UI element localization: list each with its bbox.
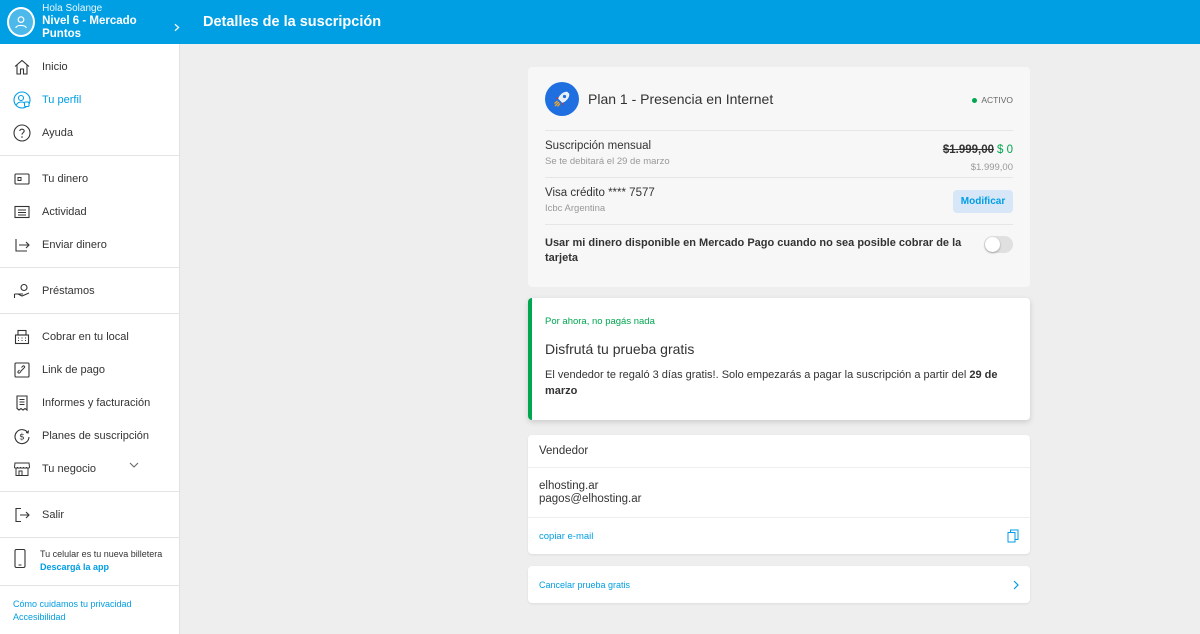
subscription-row: Suscripción mensual Se te debitará el 29… <box>545 131 1013 178</box>
send-money-icon <box>12 235 32 255</box>
sidebar: Inicio Tu perfil Ayuda Tu dinero Activid… <box>0 44 180 634</box>
sidebar-item-tu-negocio[interactable]: Tu negocio <box>0 452 179 485</box>
wallet-icon <box>12 169 32 189</box>
sidebar-item-prestamos[interactable]: Préstamos <box>0 274 179 307</box>
sidebar-item-tu-dinero[interactable]: Tu dinero <box>0 162 179 195</box>
privacy-link[interactable]: Cómo cuidamos tu privacidad <box>13 598 166 611</box>
balance-toggle-row: Usar mi dinero disponible en Mercado Pag… <box>545 225 1013 285</box>
top-bar: Hola Solange Nivel 6 - Mercado Puntos De… <box>0 0 1200 44</box>
user-menu[interactable]: Hola Solange Nivel 6 - Mercado Puntos <box>0 0 180 44</box>
balance-toggle[interactable] <box>984 236 1013 253</box>
invoice-icon <box>12 393 32 413</box>
seller-email: pagos@elhosting.ar <box>539 493 642 505</box>
sidebar-item-informes-y-facturacion[interactable]: Informes y facturación <box>0 386 179 419</box>
cash-register-icon <box>12 327 32 347</box>
seller-card: Vendedor elhosting.ar pagos@elhosting.ar… <box>528 435 1030 554</box>
sidebar-footer: Cómo cuidamos tu privacidad Accesibilida… <box>0 586 179 634</box>
seller-info: elhosting.ar pagos@elhosting.ar <box>528 468 1030 518</box>
nav-group: Inicio Tu perfil Ayuda <box>0 44 179 156</box>
sidebar-item-tu-perfil[interactable]: Tu perfil <box>0 83 179 116</box>
sidebar-item-label: Tu dinero <box>42 172 89 185</box>
nav-group: Salir <box>0 492 179 538</box>
sidebar-item-label: Actividad <box>42 205 87 218</box>
cancel-trial-link[interactable]: Cancelar prueba gratis <box>539 580 630 590</box>
plan-header: Plan 1 - Presencia en Internet ACTIVO <box>545 67 1013 131</box>
plan-name: Plan 1 - Presencia en Internet <box>588 90 774 107</box>
trial-title: Disfrutá tu prueba gratis <box>545 341 695 357</box>
cancel-trial-row[interactable]: Cancelar prueba gratis <box>528 566 1030 603</box>
activity-icon <box>12 202 32 222</box>
modify-button[interactable]: Modificar <box>953 190 1013 213</box>
user-level: Nivel 6 - Mercado Puntos <box>42 14 137 40</box>
seller-footer: copiar e-mail <box>528 518 1030 554</box>
trial-desc-text: El vendedor te regaló 3 días gratis!. So… <box>545 369 970 381</box>
payment-link-icon <box>12 360 32 380</box>
promo-text: Tu celular es tu nueva billetera <box>40 549 163 559</box>
chevron-right-icon <box>1013 580 1019 589</box>
sidebar-item-label: Ayuda <box>42 126 73 139</box>
sidebar-item-label: Informes y facturación <box>42 396 151 409</box>
sidebar-item-enviar-dinero[interactable]: Enviar dinero <box>0 228 179 261</box>
home-icon <box>12 57 32 77</box>
sidebar-item-actividad[interactable]: Actividad <box>0 195 179 228</box>
sidebar-item-label: Salir <box>42 508 65 521</box>
svg-text:$: $ <box>19 432 25 442</box>
nav-group: Cobrar en tu local Link de pago Informes… <box>0 314 179 492</box>
help-icon <box>12 123 32 143</box>
sidebar-item-planes-de-suscripcion[interactable]: $ Planes de suscripción <box>0 419 179 452</box>
sidebar-item-salir[interactable]: Salir <box>0 498 179 531</box>
accessibility-link[interactable]: Accesibilidad <box>13 611 166 624</box>
trial-tag: Por ahora, no pagás nada <box>545 316 655 327</box>
price-full: $1.999,00 <box>970 162 1013 173</box>
store-icon <box>12 459 32 479</box>
user-icon <box>15 16 27 29</box>
card-label: Visa crédito **** 7577 <box>545 187 655 199</box>
plan-card: Plan 1 - Presencia en Internet ACTIVO Su… <box>528 67 1030 287</box>
toggle-label: Usar mi dinero disponible en Mercado Pag… <box>545 237 962 264</box>
sidebar-item-label: Planes de suscripción <box>42 429 150 442</box>
sidebar-item-label: Tu negocio <box>42 462 97 475</box>
logout-icon <box>12 505 32 525</box>
sidebar-item-label: Enviar dinero <box>42 238 107 251</box>
sidebar-item-cobrar-en-tu-local[interactable]: Cobrar en tu local <box>0 320 179 353</box>
copy-icon[interactable] <box>1007 529 1019 543</box>
rocket-icon <box>545 81 579 116</box>
app-promo: Tu celular es tu nueva billetera Descarg… <box>0 538 179 586</box>
main-content: Plan 1 - Presencia en Internet ACTIVO Su… <box>528 67 1030 603</box>
status-dot <box>972 97 978 103</box>
subscription-plans-icon: $ <box>12 426 32 446</box>
loan-icon <box>12 281 32 301</box>
price-new: $ 0 <box>997 144 1013 156</box>
sidebar-item-label: Tu perfil <box>42 93 82 106</box>
profile-icon <box>12 90 32 110</box>
sidebar-item-inicio[interactable]: Inicio <box>0 50 179 83</box>
sidebar-item-ayuda[interactable]: Ayuda <box>0 116 179 149</box>
price-old: $1.999,00 <box>942 144 994 156</box>
sidebar-item-label: Cobrar en tu local <box>42 330 129 343</box>
sidebar-item-label: Inicio <box>42 60 68 73</box>
avatar <box>7 7 36 37</box>
copy-email-link[interactable]: copiar e-mail <box>539 531 593 542</box>
price: $1.999,00 $ 0 $1.999,00 <box>943 140 1013 173</box>
chevron-right-icon <box>174 24 180 32</box>
trial-description: El vendedor te regaló 3 días gratis!. So… <box>545 367 1016 399</box>
nav-group: Préstamos <box>0 268 179 314</box>
seller-name: elhosting.ar <box>539 480 599 492</box>
status-label: ACTIVO <box>981 95 1013 105</box>
phone-icon <box>12 548 32 575</box>
trial-card: Por ahora, no pagás nada Disfrutá tu pru… <box>528 298 1030 420</box>
page-title: Detalles de la suscripción <box>203 14 382 30</box>
nav-group: Tu dinero Actividad Enviar dinero <box>0 156 179 268</box>
sidebar-item-label: Link de pago <box>42 363 105 376</box>
toggle-knob <box>985 237 1000 252</box>
sidebar-item-label: Préstamos <box>42 284 95 297</box>
sidebar-item-link-de-pago[interactable]: Link de pago <box>0 353 179 386</box>
download-app-link[interactable]: Descargá la app <box>40 561 162 574</box>
chevron-down-icon <box>129 462 139 468</box>
payment-method-row: Visa crédito **** 7577 Icbc Argentina Mo… <box>545 178 1013 225</box>
card-bank: Icbc Argentina <box>545 203 606 214</box>
user-greeting: Hola Solange <box>42 3 103 15</box>
status-badge: ACTIVO <box>972 95 1013 105</box>
seller-title: Vendedor <box>528 435 1030 468</box>
